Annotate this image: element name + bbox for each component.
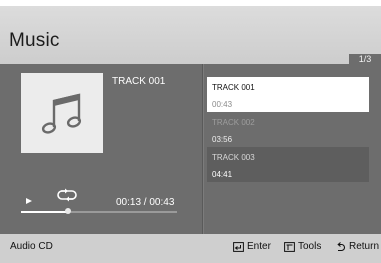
repeat-icon[interactable] [56,188,78,202]
track-list: TRACK 001 00:43 TRACK 002 03:56 TRACK 00… [207,77,372,182]
track-duration: 00:43 [212,100,233,109]
track-duration: 03:56 [212,135,233,144]
enter-hint[interactable]: Enter [233,241,271,252]
track-list-item-2[interactable]: TRACK 002 03:56 [207,112,369,147]
progress-fill [21,211,68,213]
track-name: TRACK 001 [212,83,255,92]
play-icon[interactable] [26,198,32,204]
track-name: TRACK 002 [212,118,255,127]
return-label: Return [349,241,380,252]
album-art [21,73,103,153]
tools-label: Tools [298,241,322,252]
music-note-icon [41,93,82,134]
source-label: Audio CD [10,241,53,252]
enter-label: Enter [247,241,271,252]
panel-divider-highlight [203,64,204,234]
now-playing-title: TRACK 001 [112,76,166,87]
track-duration: 04:41 [212,170,233,179]
playback-time: 00:13 / 00:43 [116,197,175,208]
progress-knob[interactable] [64,208,71,214]
return-icon [337,241,345,251]
page-title: Music [9,30,60,51]
tools-icon [284,241,295,252]
footer-bar [0,234,381,263]
tools-hint[interactable]: Tools [284,241,321,252]
track-list-item-1[interactable]: TRACK 001 00:43 [207,77,369,112]
enter-icon [233,241,244,252]
header-bar: Music [0,6,381,64]
track-list-item-3[interactable]: TRACK 003 04:41 [207,147,369,182]
return-hint[interactable]: Return [336,241,379,252]
track-name: TRACK 003 [212,153,255,162]
progress-bar[interactable] [21,211,177,213]
